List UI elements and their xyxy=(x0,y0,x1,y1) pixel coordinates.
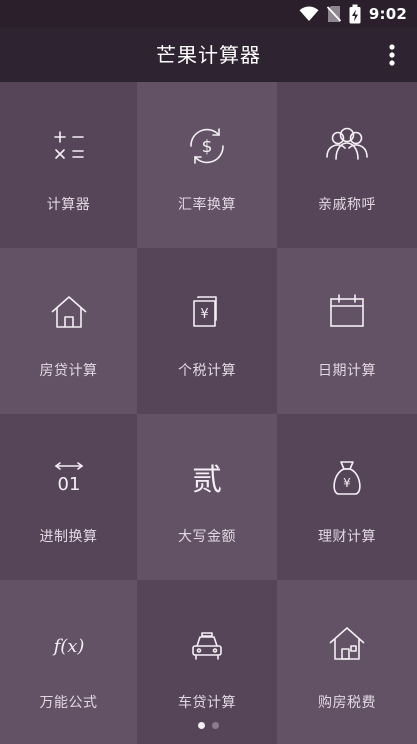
no-sim-icon xyxy=(326,5,341,23)
tile-label: 大写金额 xyxy=(178,529,236,545)
app-title: 芒果计算器 xyxy=(156,43,261,67)
formula-icon: f(x) xyxy=(45,620,93,668)
svg-text:$: $ xyxy=(202,137,213,157)
money-bag-icon: ¥ xyxy=(323,454,371,502)
house-icon xyxy=(45,288,93,336)
tile-label: 汇率换算 xyxy=(178,197,236,213)
page-indicator xyxy=(0,722,417,732)
svg-text:贰: 贰 xyxy=(192,463,222,498)
tile-label: 进制换算 xyxy=(39,529,98,545)
tile-car-loan[interactable]: 车贷计算 xyxy=(137,580,277,744)
relatives-icon xyxy=(323,122,371,170)
battery-charging-icon xyxy=(349,4,361,24)
app-bar: 芒果计算器 xyxy=(0,28,417,82)
tile-label: 车贷计算 xyxy=(178,695,236,711)
chinese-numeral-icon: 贰 xyxy=(183,454,231,502)
page-dot-1[interactable] xyxy=(198,722,205,729)
tile-label: 计算器 xyxy=(46,197,91,213)
page-dot-2[interactable] xyxy=(212,722,219,729)
tile-calculator[interactable]: 计算器 xyxy=(0,82,137,248)
tile-date[interactable]: 日期计算 xyxy=(277,248,417,414)
svg-text:¥: ¥ xyxy=(343,476,351,490)
car-icon xyxy=(183,620,231,668)
tile-formula[interactable]: f(x) 万能公式 xyxy=(0,580,137,744)
tile-label: 日期计算 xyxy=(318,363,376,379)
home-tax-icon xyxy=(323,620,371,668)
calculator-icon xyxy=(45,122,93,170)
tax-document-icon: ¥ xyxy=(183,288,231,336)
status-bar: 9:02 xyxy=(0,0,417,28)
base-conversion-icon: 01 xyxy=(45,454,93,502)
status-time: 9:02 xyxy=(368,5,407,23)
svg-text:¥: ¥ xyxy=(200,307,208,322)
tile-home-purchase-tax[interactable]: 购房税费 xyxy=(277,580,417,744)
tile-label: 房贷计算 xyxy=(39,363,98,379)
calendar-icon xyxy=(323,288,371,336)
currency-exchange-icon: $ xyxy=(183,122,231,170)
more-vert-icon[interactable] xyxy=(381,41,403,69)
tile-label: 购房税费 xyxy=(318,695,376,711)
tile-label: 万能公式 xyxy=(39,695,98,711)
tile-currency-exchange[interactable]: $ 汇率换算 xyxy=(137,82,277,248)
wifi-icon xyxy=(299,6,319,22)
tile-chinese-amount[interactable]: 贰 大写金额 xyxy=(137,414,277,580)
tile-label: 个税计算 xyxy=(178,363,236,379)
tile-mortgage[interactable]: 房贷计算 xyxy=(0,248,137,414)
svg-text:f(x): f(x) xyxy=(51,636,84,657)
tile-finance[interactable]: ¥ 理财计算 xyxy=(277,414,417,580)
tile-label: 理财计算 xyxy=(318,529,376,545)
tile-income-tax[interactable]: ¥ 个税计算 xyxy=(137,248,277,414)
tile-base-conversion[interactable]: 01 进制换算 xyxy=(0,414,137,580)
svg-text:01: 01 xyxy=(57,474,80,495)
tile-relatives[interactable]: 亲戚称呼 xyxy=(277,82,417,248)
tile-label: 亲戚称呼 xyxy=(318,197,376,213)
tool-grid: 计算器 $ 汇率换算 亲戚称呼 房贷计算 ¥ 个税计算 日期计算 01 进制换算… xyxy=(0,82,417,744)
status-icons: 9:02 xyxy=(299,0,407,28)
